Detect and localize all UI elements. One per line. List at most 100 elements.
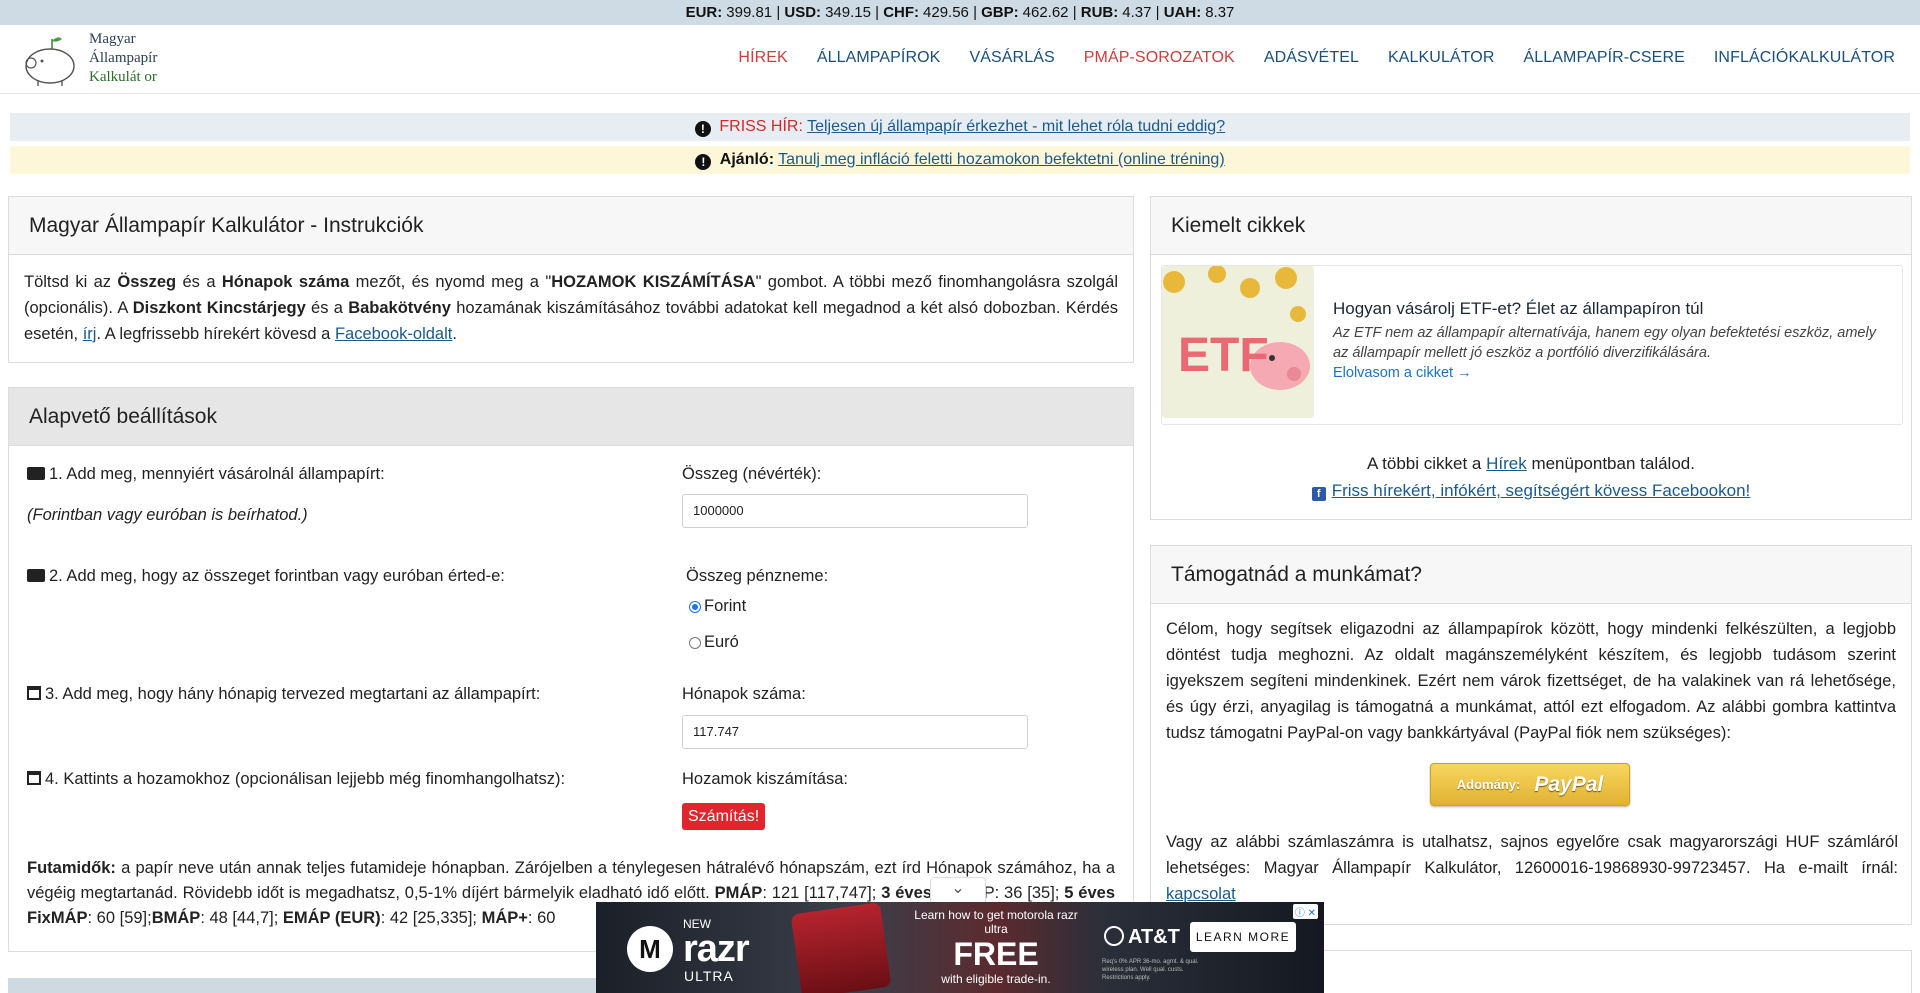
text: : 60 <box>527 909 556 927</box>
months-label: Hónapok száma: <box>682 685 806 703</box>
instructions-title: Magyar Állampapír Kalkulátor - Instrukci… <box>9 197 1133 255</box>
advertisement-banner[interactable]: M NEW razr ULTRA Learn how to get motoro… <box>596 902 1324 993</box>
article-description: Az ETF nem az állampapír alternatívája, … <box>1333 325 1876 361</box>
exclamation-icon: ! <box>694 121 711 137</box>
news-page-link[interactable]: Hírek <box>1486 454 1527 473</box>
etf-piggy-illustration: ETF <box>1162 266 1314 418</box>
text: és a <box>176 273 222 291</box>
step-2-text: 2. Add meg, hogy az összeget forintban v… <box>49 567 505 585</box>
article-thumbnail[interactable]: ETF <box>1162 266 1314 418</box>
ad-free: FREE <box>953 936 1039 972</box>
contact-link[interactable]: kapcsolat <box>1166 885 1236 903</box>
nav-item-3[interactable]: VÁSÁRLÁS <box>969 49 1054 67</box>
paypal-donate-button[interactable]: Adomány: PayPal <box>1430 763 1630 806</box>
att-logo: AT&T <box>1104 926 1180 949</box>
ad-brand: razr <box>683 928 750 970</box>
currency-radio-euro[interactable]: Euró <box>689 633 739 652</box>
ad-choices-icon[interactable]: ⓘ ✕ <box>1292 904 1318 919</box>
currency-code: CHF: <box>883 4 920 21</box>
tip-link[interactable]: Tanulj meg infláció feletti hozamokon be… <box>778 151 1224 168</box>
bank-transfer-text: Vagy az alábbi számlaszámra is utalhatsz… <box>1166 829 1898 907</box>
step-3-text: 3. Add meg, hogy hány hónapig tervezed m… <box>45 685 541 703</box>
more-articles-text: A többi cikket a Hírek menüpontban talál… <box>1151 454 1911 474</box>
news-banner: ! FRISS HÍR: Teljesen új állampapír érke… <box>10 113 1910 141</box>
currency-code: GBP: <box>981 4 1019 21</box>
nav-item-6[interactable]: KALKULÁTOR <box>1388 49 1495 67</box>
currency-code: UAH: <box>1163 4 1202 21</box>
text: : 42 [25,335]; <box>380 909 482 927</box>
amount-label: Összeg (névérték): <box>682 465 822 483</box>
piggy-bank-logo-icon[interactable] <box>20 33 80 87</box>
thumb-text: ETF <box>1178 329 1269 382</box>
recommendation-banner: ! Ajánló: Tanulj meg infláció feletti ho… <box>10 146 1910 174</box>
featured-articles-card: Kiemelt cikkek ETF Hogyan vásárolj ETF-e… <box>1150 196 1912 520</box>
ad-model: ULTRA <box>684 968 734 984</box>
article-title[interactable]: Hogyan vásárolj ETF-et? Élet az állampap… <box>1333 299 1703 319</box>
donate-label: Adomány: <box>1456 777 1521 792</box>
nav-item-1[interactable]: HÍREK <box>738 49 787 67</box>
calendar-icon <box>27 771 41 785</box>
chevron-down-icon[interactable]: ⌄ <box>951 880 964 897</box>
bold-text: Összeg <box>117 273 177 291</box>
money-icon <box>27 569 45 582</box>
calc-label: Hozamok kiszámítása: <box>682 770 848 788</box>
featured-article[interactable]: ETF Hogyan vásárolj ETF-et? Élet az álla… <box>1161 265 1903 425</box>
currency-rate: 8.37 <box>1205 4 1235 21</box>
ticker-separator: | <box>870 4 884 21</box>
support-text: Célom, hogy segítsek eligazodni az állam… <box>1166 620 1896 742</box>
ad-learn-more-button[interactable]: LEARN MORE <box>1190 922 1296 952</box>
currency-label: Összeg pénzneme: <box>686 567 829 585</box>
nav-item-2[interactable]: ÁLLAMPAPÍROK <box>817 49 941 67</box>
bold-text: HOZAMOK KISZÁMÍTÁSA <box>551 273 756 291</box>
support-title: Támogatnád a munkámat? <box>1151 546 1911 604</box>
bold-text: Babakötvény <box>348 299 451 317</box>
text: . A legfrissebb hírekért kövesd a <box>96 325 335 343</box>
instructions-text: Töltsd ki az Összeg és a Hónapok száma m… <box>9 255 1133 361</box>
bold-text: 3 éves <box>881 884 932 902</box>
currency-code: RUB: <box>1080 4 1119 21</box>
radio-label: Forint <box>704 597 747 615</box>
facebook-page-link[interactable]: Facebook-oldalt <box>335 325 452 343</box>
text: : 48 [44,7]; <box>200 909 283 927</box>
collapse-ad-button[interactable]: ⌄ <box>930 877 986 902</box>
instructions-card: Magyar Állampapír Kalkulátor - Instrukci… <box>8 196 1134 363</box>
text: Vagy az alábbi számlaszámra is utalhatsz… <box>1166 833 1898 877</box>
site-logo-text[interactable]: Magyar Állampapír Kalkulát or <box>89 30 157 87</box>
currency-rate: 462.62 <box>1022 4 1069 21</box>
amount-input[interactable]: 1000000 <box>682 494 1028 528</box>
text: Töltsd ki az <box>24 273 118 291</box>
facebook-follow-link[interactable]: Friss hírekért, infókért, segítségért kö… <box>1332 481 1751 500</box>
currency-rate: 429.56 <box>923 4 969 21</box>
nav-item-7[interactable]: ÁLLAMPAPÍR-CSERE <box>1524 49 1685 67</box>
currency-ticker: EUR: 399.81 | USD: 349.15 | CHF: 429.56 | G… <box>0 0 1920 25</box>
radio-dot-checked[interactable] <box>689 600 701 613</box>
facebook-follow: f Friss hírekért, infókért, segítségért k… <box>1151 481 1911 501</box>
ticker-separator: | <box>772 4 785 21</box>
step-1-label: 1. Add meg, mennyiért vásárolnál állampa… <box>27 465 385 484</box>
calendar-icon <box>27 686 41 700</box>
currency-radio-forint[interactable]: Forint <box>689 597 746 616</box>
nav-item-8[interactable]: INFLÁCIÓKALKULÁTOR <box>1714 49 1895 67</box>
text: . <box>452 325 457 343</box>
radio-dot[interactable] <box>689 636 701 649</box>
currency-code: USD: <box>784 4 822 21</box>
calculate-button[interactable]: Számítás! <box>682 803 766 830</box>
nav-item-4[interactable]: PMÁP-SOROZATOK <box>1084 49 1235 67</box>
text: menüpontban találod. <box>1526 454 1695 473</box>
site-header: Magyar Állampapír Kalkulát or HÍREK ÁLLAM… <box>0 25 1920 94</box>
bold-text: PMÁP <box>714 884 763 902</box>
contact-link[interactable]: írj <box>83 325 97 343</box>
bold-text: Futamidők: <box>27 859 116 877</box>
att-globe-icon <box>1104 926 1124 946</box>
tip-prefix: Ajánló: <box>719 151 775 168</box>
exclamation-icon: ! <box>695 154 712 170</box>
read-article-link[interactable]: Elolvasom a cikket → <box>1333 365 1472 381</box>
logo-line-1: Magyar <box>89 31 136 47</box>
news-link[interactable]: Teljesen új állampapír érkezhet - mit le… <box>807 118 1225 135</box>
step-2-label: 2. Add meg, hogy az összeget forintban v… <box>27 567 505 586</box>
months-input[interactable]: 117.747 <box>682 715 1028 749</box>
motorola-logo-icon: M <box>627 926 673 972</box>
text: A többi cikket a <box>1367 454 1487 473</box>
logo-line-3: Kalkulát or <box>89 69 157 85</box>
nav-item-5[interactable]: ADÁSVÉTEL <box>1264 49 1359 67</box>
